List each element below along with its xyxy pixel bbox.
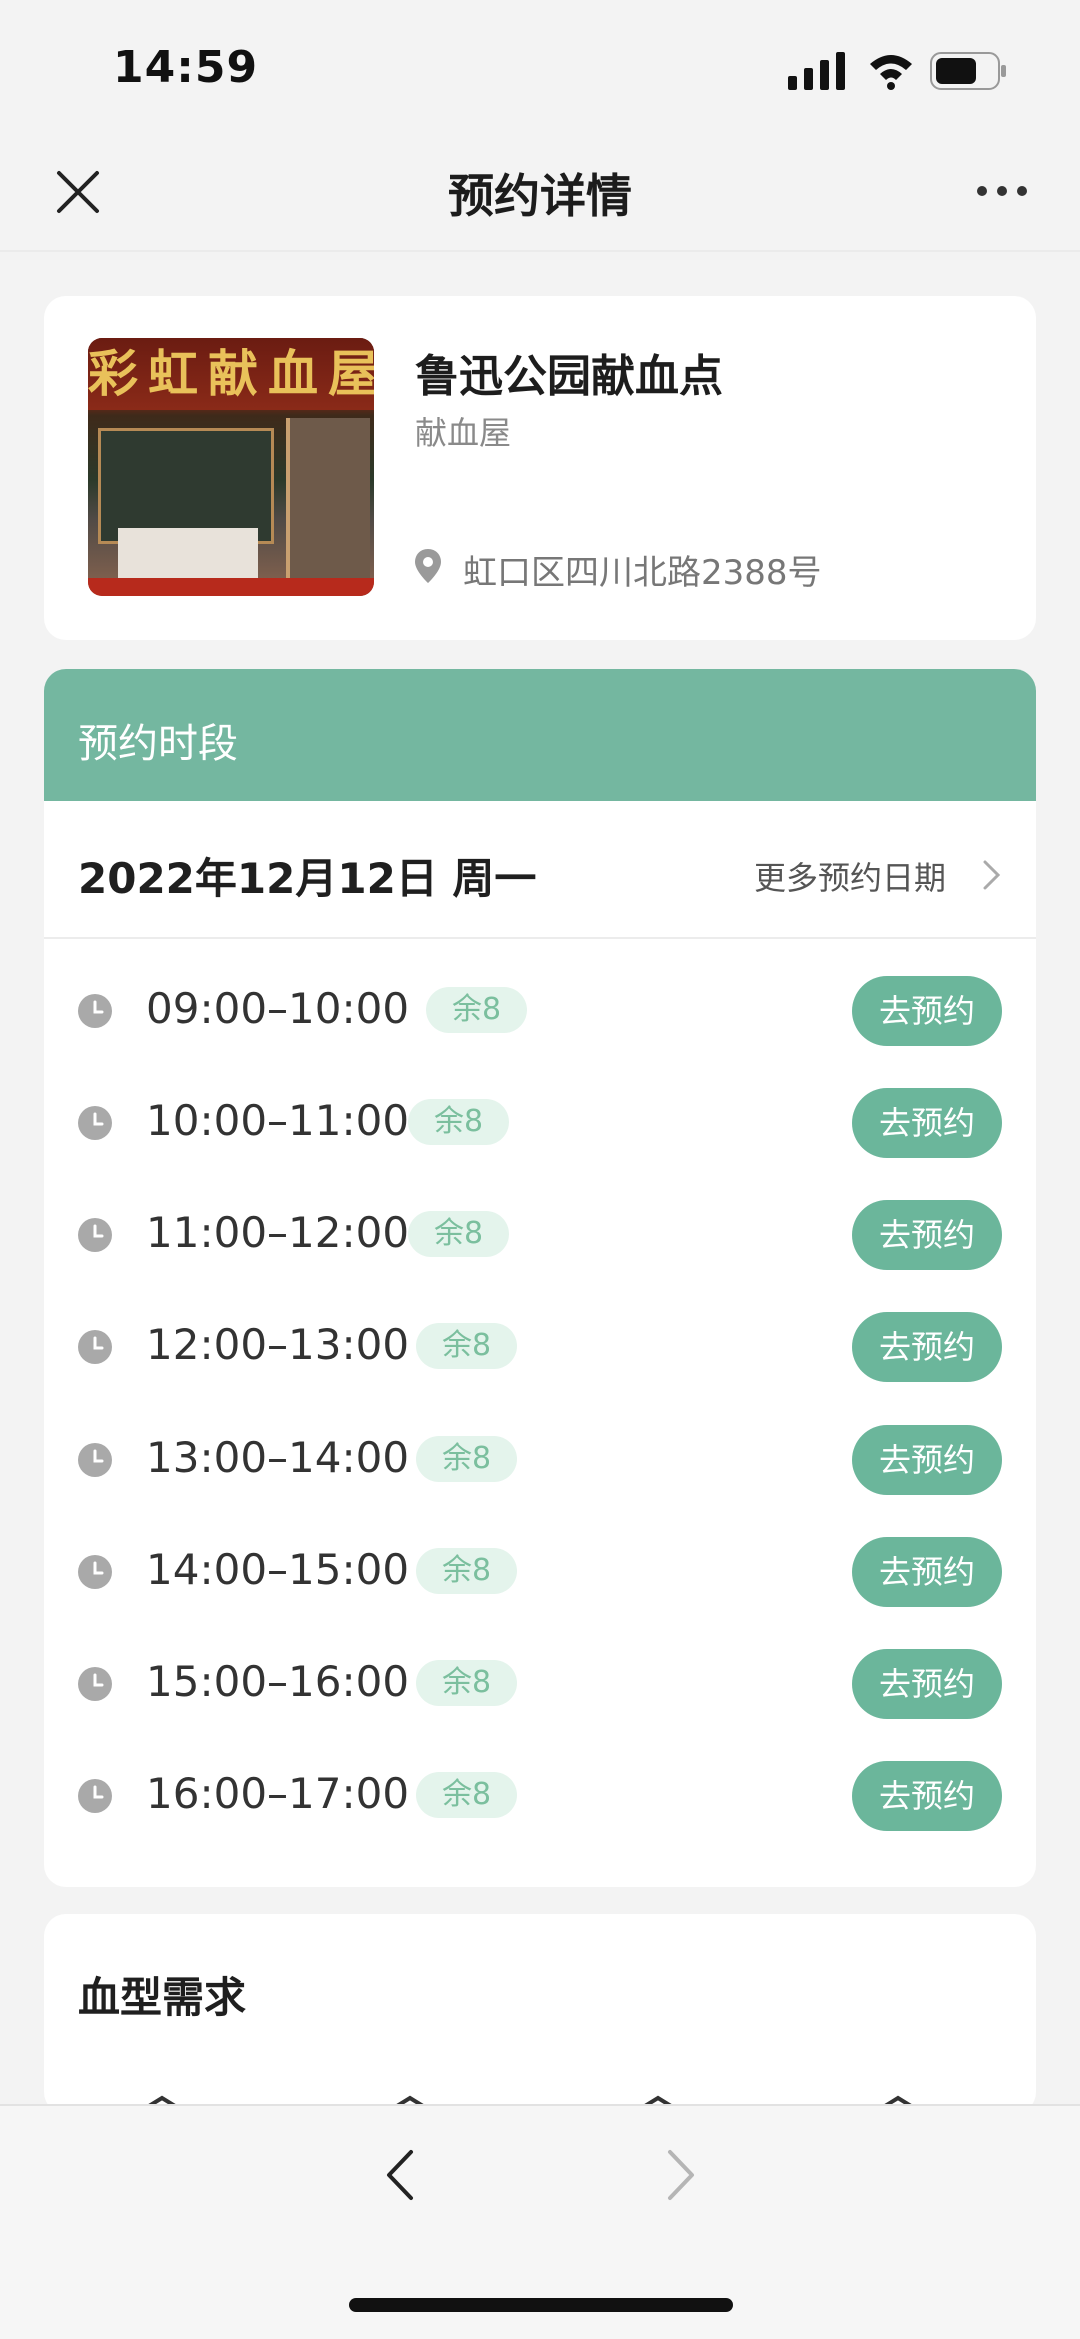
- slot-row: 15:00–16:00 余8 去预约: [44, 1627, 1036, 1739]
- book-button[interactable]: 去预约: [852, 1649, 1002, 1719]
- clock-icon: [78, 1218, 112, 1252]
- book-button[interactable]: 去预约: [852, 1537, 1002, 1607]
- clock-icon: [78, 994, 112, 1028]
- date-divider: [44, 937, 1036, 939]
- remaining-badge: 余8: [416, 1548, 518, 1594]
- venue-address[interactable]: 虹口区四川北路2388号: [463, 545, 822, 594]
- slot-header-title: 预约时段: [78, 721, 238, 767]
- signal-icon: [788, 52, 845, 90]
- venue-name: 鲁迅公园献血点: [415, 351, 723, 402]
- wifi-icon: [870, 55, 912, 90]
- clock-icon: [78, 1667, 112, 1701]
- clock-icon: [78, 1779, 112, 1813]
- photo-sign-text: 彩虹献血屋: [88, 338, 374, 410]
- slot-time: 16:00–17:00: [146, 1769, 410, 1818]
- slot-time: 14:00–15:00: [146, 1545, 410, 1594]
- book-button[interactable]: 去预约: [852, 1425, 1002, 1495]
- slot-row: 10:00–11:00 余8 去预约: [44, 1066, 1036, 1178]
- slot-row: 11:00–12:00 余8 去预约: [44, 1178, 1036, 1290]
- slot-time: 09:00–10:00: [146, 984, 410, 1033]
- page-title: 预约详情: [448, 169, 632, 223]
- remaining-badge: 余8: [408, 1211, 510, 1257]
- venue-photo[interactable]: 彩虹献血屋: [88, 338, 374, 596]
- home-indicator: [349, 2298, 733, 2312]
- book-button[interactable]: 去预约: [852, 1088, 1002, 1158]
- forward-arrow-icon[interactable]: [664, 2148, 698, 2202]
- slot-time: 11:00–12:00: [146, 1208, 410, 1257]
- clock-icon: [78, 1106, 112, 1140]
- slot-row: 13:00–14:00 余8 去预约: [44, 1403, 1036, 1515]
- photo-door: [286, 418, 370, 596]
- clock-icon: [78, 1443, 112, 1477]
- more-dates-link[interactable]: 更多预约日期: [754, 853, 946, 899]
- more-icon[interactable]: [975, 183, 1029, 199]
- clock-icon: [78, 1555, 112, 1589]
- book-button[interactable]: 去预约: [852, 1761, 1002, 1831]
- remaining-badge: 余8: [416, 1772, 518, 1818]
- nav-divider: [0, 250, 1080, 252]
- location-pin-icon: [415, 549, 441, 583]
- back-arrow-icon[interactable]: [383, 2148, 417, 2202]
- blood-type-title: 血型需求: [78, 1973, 247, 2022]
- status-time: 14:59: [113, 42, 259, 93]
- photo-window: [98, 428, 274, 544]
- slot-time: 10:00–11:00: [146, 1096, 410, 1145]
- slot-time: 15:00–16:00: [146, 1657, 410, 1706]
- remaining-badge: 余8: [408, 1099, 510, 1145]
- slot-row: 09:00–10:00 余8 去预约: [44, 954, 1036, 1066]
- slot-header: 预约时段: [44, 669, 1036, 801]
- slot-row: 12:00–13:00 余8 去预约: [44, 1290, 1036, 1402]
- book-button[interactable]: 去预约: [852, 1200, 1002, 1270]
- photo-red-band: [88, 578, 374, 596]
- slot-time: 13:00–14:00: [146, 1433, 410, 1482]
- remaining-badge: 余8: [416, 1436, 518, 1482]
- blood-type-card: 血型需求: [44, 1914, 1036, 2114]
- venue-type: 献血屋: [415, 414, 512, 452]
- book-button[interactable]: 去预约: [852, 976, 1002, 1046]
- remaining-badge: 余8: [416, 1323, 518, 1369]
- slot-card: 预约时段 2022年12月12日 周一 更多预约日期 09:00–10:00 余8…: [44, 669, 1036, 1887]
- slot-row: 14:00–15:00 余8 去预约: [44, 1515, 1036, 1627]
- slot-time: 12:00–13:00: [146, 1320, 410, 1369]
- slot-row: 16:00–17:00 余8 去预约: [44, 1739, 1036, 1851]
- chevron-right-icon[interactable]: [982, 859, 1002, 891]
- book-button[interactable]: 去预约: [852, 1312, 1002, 1382]
- battery-icon: [930, 52, 1006, 90]
- clock-icon: [78, 1330, 112, 1364]
- remaining-badge: 余8: [426, 987, 528, 1033]
- remaining-badge: 余8: [416, 1660, 518, 1706]
- selected-date: 2022年12月12日 周一: [78, 854, 537, 903]
